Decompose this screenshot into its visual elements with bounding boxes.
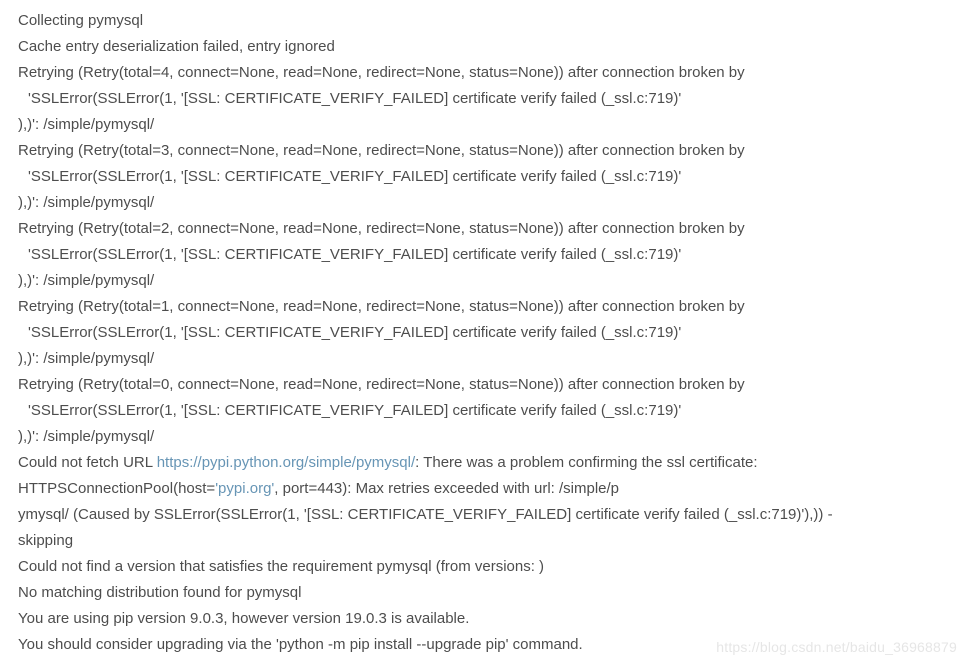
log-line: ),)': /simple/pymysql/ xyxy=(18,424,949,450)
log-line: You should consider upgrading via the 'p… xyxy=(18,632,949,658)
log-line: Retrying (Retry(total=3, connect=None, r… xyxy=(18,138,949,164)
log-line: ),)': /simple/pymysql/ xyxy=(18,346,949,372)
log-line: Cache entry deserialization failed, entr… xyxy=(18,34,949,60)
log-line: Retrying (Retry(total=4, connect=None, r… xyxy=(18,60,949,86)
log-line: Could not fetch URL https://pypi.python.… xyxy=(18,450,949,476)
log-line: ),)': /simple/pymysql/ xyxy=(18,112,949,138)
log-line: 'SSLError(SSLError(1, '[SSL: CERTIFICATE… xyxy=(18,164,949,190)
log-line: Retrying (Retry(total=1, connect=None, r… xyxy=(18,294,949,320)
log-line: ymysql/ (Caused by SSLError(SSLError(1, … xyxy=(18,502,949,528)
text-fragment: : There was a problem confirming the ssl… xyxy=(415,454,757,471)
log-line: 'SSLError(SSLError(1, '[SSL: CERTIFICATE… xyxy=(18,242,949,268)
log-line: HTTPSConnectionPool(host='pypi.org', por… xyxy=(18,476,949,502)
log-line: No matching distribution found for pymys… xyxy=(18,580,949,606)
pip-error-log: Collecting pymysql Cache entry deseriali… xyxy=(18,8,949,658)
text-fragment: You should consider upgrading via the xyxy=(18,636,276,653)
log-line: 'SSLError(SSLError(1, '[SSL: CERTIFICATE… xyxy=(18,398,949,424)
log-line: You are using pip version 9.0.3, however… xyxy=(18,606,949,632)
log-line: Retrying (Retry(total=2, connect=None, r… xyxy=(18,216,949,242)
upgrade-command: 'python -m pip install --upgrade pip' xyxy=(276,636,509,653)
text-fragment: HTTPSConnectionPool(host= xyxy=(18,480,215,497)
log-line: Retrying (Retry(total=0, connect=None, r… xyxy=(18,372,949,398)
text-fragment: , port=443): Max retries exceeded with u… xyxy=(274,480,619,497)
log-line: Collecting pymysql xyxy=(18,8,949,34)
pypi-url-link[interactable]: https://pypi.python.org/simple/pymysql/ xyxy=(157,454,415,471)
log-line: ),)': /simple/pymysql/ xyxy=(18,190,949,216)
text-fragment: Could not fetch URL xyxy=(18,454,157,471)
log-line: 'SSLError(SSLError(1, '[SSL: CERTIFICATE… xyxy=(18,320,949,346)
log-line: 'SSLError(SSLError(1, '[SSL: CERTIFICATE… xyxy=(18,86,949,112)
text-fragment: command. xyxy=(508,636,582,653)
host-string: 'pypi.org' xyxy=(215,480,274,497)
log-line: skipping xyxy=(18,528,949,554)
log-line: Could not find a version that satisfies … xyxy=(18,554,949,580)
log-line: ),)': /simple/pymysql/ xyxy=(18,268,949,294)
